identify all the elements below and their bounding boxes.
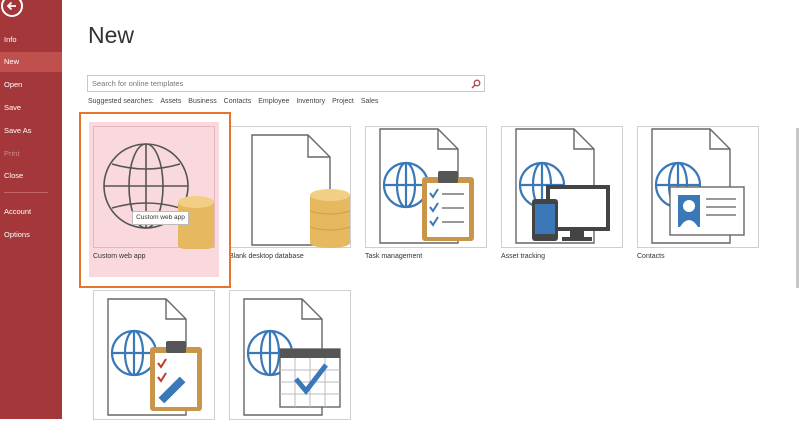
sidebar-item-new[interactable]: New	[0, 52, 62, 72]
sidebar-item-info[interactable]: Info	[0, 30, 62, 50]
suggested-link-contacts[interactable]: Contacts	[224, 98, 252, 105]
suggested-link-assets[interactable]: Assets	[160, 98, 181, 105]
search-icon[interactable]	[471, 79, 481, 89]
document-globe-devices-icon	[515, 128, 610, 244]
template-tile-events[interactable]	[229, 290, 351, 420]
sidebar-item-save-as[interactable]: Save As	[0, 121, 62, 141]
document-globe-calendar-icon	[243, 298, 341, 416]
suggested-link-project[interactable]: Project	[332, 98, 354, 105]
sidebar-divider	[4, 192, 48, 193]
sidebar-item-account[interactable]: Account	[0, 202, 62, 222]
template-label-contacts: Contacts	[637, 253, 665, 260]
template-tile-task-management[interactable]	[365, 126, 487, 248]
sidebar-item-save[interactable]: Save	[0, 98, 62, 118]
document-globe-checklist-icon	[379, 128, 474, 244]
back-arrow-icon	[6, 1, 16, 11]
vertical-scrollbar[interactable]	[796, 128, 799, 288]
suggested-searches: Suggested searches: Assets Business Cont…	[88, 98, 383, 105]
suggested-link-inventory[interactable]: Inventory	[296, 98, 325, 105]
template-label-task-management: Task management	[365, 253, 423, 260]
template-label-asset-tracking: Asset tracking	[501, 253, 545, 260]
suggested-link-business[interactable]: Business	[188, 98, 216, 105]
page-title: New	[88, 22, 135, 48]
template-tile-contacts[interactable]	[637, 126, 759, 248]
sidebar-item-print: Print	[4, 149, 20, 158]
selected-template-border	[79, 112, 231, 288]
window-title-fragment: · · · · · ·	[270, 0, 316, 3]
sidebar-item-options[interactable]: Options	[0, 225, 62, 245]
template-tile-blank-desktop-database[interactable]	[229, 126, 351, 248]
template-tile-asset-tracking[interactable]	[501, 126, 623, 248]
document-globe-clipboard-pencil-icon	[107, 298, 202, 416]
back-button[interactable]	[1, 0, 23, 17]
template-label-blank-desktop-database: Blank desktop database	[229, 253, 304, 260]
search-placeholder: Search for online templates	[92, 79, 184, 88]
suggested-link-employee[interactable]: Employee	[258, 98, 289, 105]
suggested-label: Suggested searches:	[88, 98, 154, 105]
backstage-sidebar: Info New Open Save Save As Print Close A…	[0, 0, 62, 419]
sidebar-item-open[interactable]: Open	[0, 75, 62, 95]
document-globe-contact-card-icon	[651, 128, 745, 244]
sidebar-item-close[interactable]: Close	[0, 166, 62, 186]
template-tile-issues[interactable]	[93, 290, 215, 420]
suggested-link-sales[interactable]: Sales	[361, 98, 379, 105]
blank-document-database-icon	[251, 134, 351, 248]
search-input[interactable]: Search for online templates	[87, 75, 485, 92]
